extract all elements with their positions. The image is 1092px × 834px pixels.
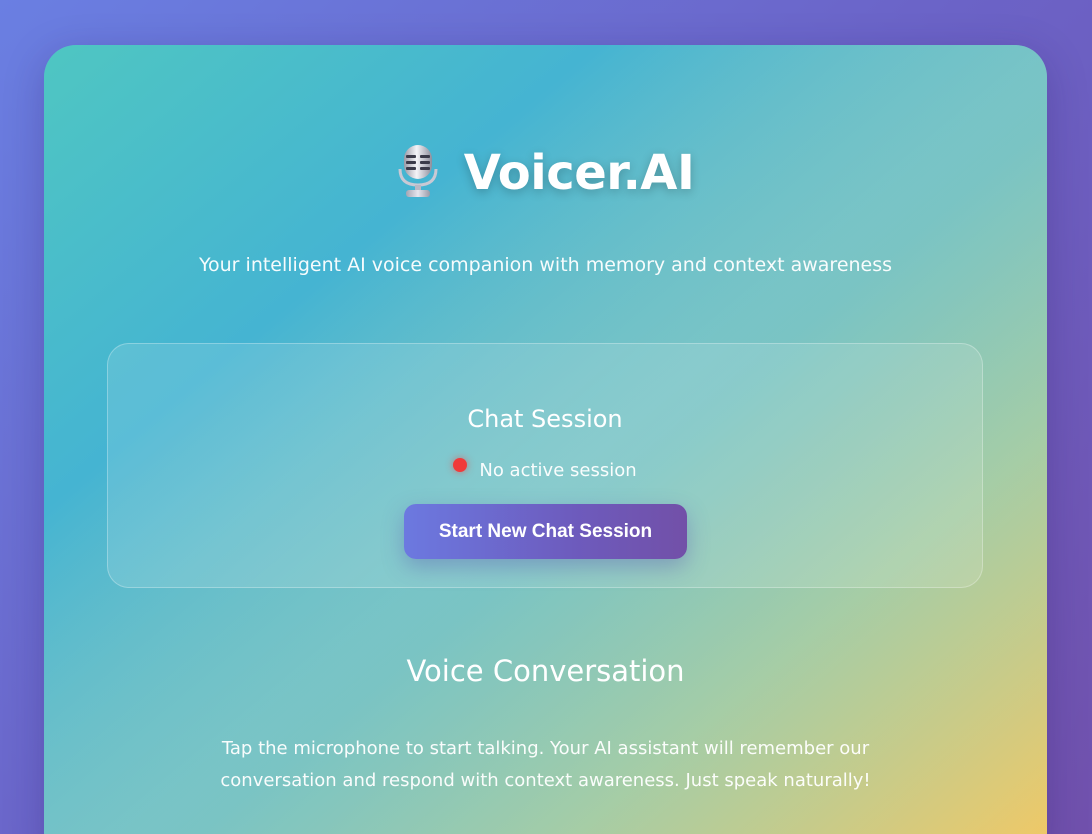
title-row: Voicer.AI (44, 145, 1047, 201)
microphone-icon (397, 143, 439, 199)
session-status: No active session (108, 458, 982, 481)
app-title: Voicer.AI (463, 145, 695, 201)
app-subtitle: Your intelligent AI voice companion with… (198, 254, 893, 276)
chat-session-panel: Chat Session No active session Start New… (107, 343, 983, 588)
voice-conversation-description: Tap the microphone to start talking. You… (220, 738, 871, 791)
status-dot-icon (453, 458, 468, 472)
session-title: Chat Session (467, 405, 623, 433)
main-card: Voicer.AI Your intelligent AI voice comp… (44, 45, 1047, 834)
start-new-chat-session-button[interactable]: Start New Chat Session (404, 504, 687, 559)
session-status-text: No active session (479, 460, 637, 481)
voice-conversation-title: Voice Conversation (406, 654, 685, 688)
